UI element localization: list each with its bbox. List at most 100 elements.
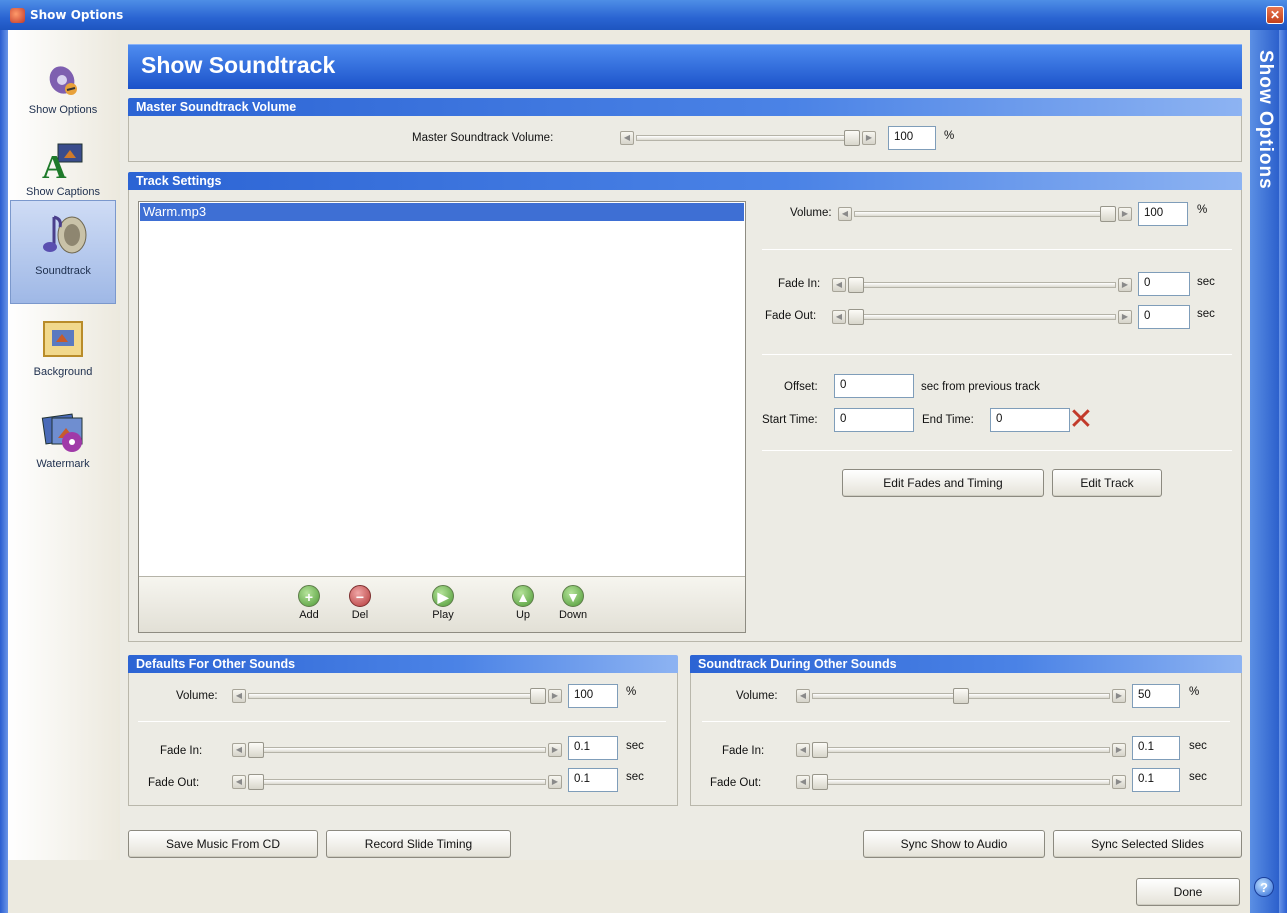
- slider-thumb[interactable]: [953, 688, 969, 704]
- during-fade-out-slider[interactable]: ◀ ▶: [796, 773, 1126, 791]
- delete-track-button[interactable]: − Del: [340, 585, 380, 621]
- slider-right-arrow-icon[interactable]: ▶: [1118, 207, 1132, 221]
- slider-thumb[interactable]: [812, 774, 828, 790]
- master-volume-slider[interactable]: ◀ ▶: [620, 129, 876, 147]
- slider-left-arrow-icon[interactable]: ◀: [838, 207, 852, 221]
- delete-icon: −: [349, 585, 371, 607]
- slider-thumb[interactable]: [248, 774, 264, 790]
- slider-right-arrow-icon[interactable]: ▶: [548, 689, 562, 703]
- slider-thumb[interactable]: [248, 742, 264, 758]
- slider-thumb[interactable]: [812, 742, 828, 758]
- slider-track[interactable]: [848, 314, 1116, 320]
- defaults-fade-out-slider[interactable]: ◀ ▶: [232, 773, 562, 791]
- sidebar: Show Options A Show Captions Soundtrack …: [8, 30, 120, 860]
- slider-left-arrow-icon[interactable]: ◀: [796, 689, 810, 703]
- defaults-fade-in-slider[interactable]: ◀ ▶: [232, 741, 562, 759]
- slider-left-arrow-icon[interactable]: ◀: [620, 131, 634, 145]
- start-time-field[interactable]: 0: [834, 408, 914, 432]
- record-timing-button[interactable]: Record Slide Timing: [326, 830, 511, 858]
- slider-track[interactable]: [812, 747, 1110, 753]
- slider-track[interactable]: [248, 747, 546, 753]
- edit-track-button[interactable]: Edit Track: [1052, 469, 1162, 497]
- offset-field[interactable]: 0: [834, 374, 914, 398]
- soundtrack-icon: [40, 209, 87, 261]
- edit-fades-timing-button[interactable]: Edit Fades and Timing: [842, 469, 1044, 497]
- sidebar-item-show-options[interactable]: Show Options: [10, 56, 116, 126]
- during-section-header: Soundtrack During Other Sounds: [690, 655, 1242, 673]
- slider-left-arrow-icon[interactable]: ◀: [232, 775, 246, 789]
- slider-right-arrow-icon[interactable]: ▶: [548, 775, 562, 789]
- slider-track[interactable]: [812, 779, 1110, 785]
- defaults-volume-slider[interactable]: ◀ ▶: [232, 687, 562, 705]
- sync-show-button[interactable]: Sync Show to Audio: [863, 830, 1045, 858]
- slider-left-arrow-icon[interactable]: ◀: [232, 689, 246, 703]
- add-track-button[interactable]: + Add: [289, 585, 329, 621]
- slider-track[interactable]: [848, 282, 1116, 288]
- sidebar-item-background[interactable]: Background: [10, 318, 116, 392]
- slider-track[interactable]: [248, 779, 546, 785]
- track-list-item[interactable]: Warm.mp3: [140, 203, 744, 221]
- play-icon: ▶: [432, 585, 454, 607]
- sidebar-item-soundtrack[interactable]: Soundtrack: [10, 200, 116, 304]
- slider-left-arrow-icon[interactable]: ◀: [832, 278, 846, 292]
- slider-right-arrow-icon[interactable]: ▶: [1118, 310, 1132, 324]
- done-button[interactable]: Done: [1136, 878, 1240, 906]
- slider-left-arrow-icon[interactable]: ◀: [232, 743, 246, 757]
- slider-left-arrow-icon[interactable]: ◀: [796, 775, 810, 789]
- during-fade-in-unit: sec: [1189, 740, 1207, 752]
- sidebar-item-watermark[interactable]: Watermark: [10, 410, 116, 484]
- slider-right-arrow-icon[interactable]: ▶: [1112, 689, 1126, 703]
- slider-thumb[interactable]: [848, 277, 864, 293]
- end-time-field[interactable]: 0: [990, 408, 1070, 432]
- slider-thumb[interactable]: [1100, 206, 1116, 222]
- slider-thumb[interactable]: [530, 688, 546, 704]
- track-fade-out-slider[interactable]: ◀ ▶: [832, 308, 1132, 326]
- master-volume-unit: %: [944, 130, 955, 142]
- defaults-fade-in-label: Fade In:: [160, 745, 203, 757]
- sync-selected-button[interactable]: Sync Selected Slides: [1053, 830, 1242, 858]
- slider-thumb[interactable]: [844, 130, 860, 146]
- slider-thumb[interactable]: [848, 309, 864, 325]
- play-track-button[interactable]: ▶ Play: [423, 585, 463, 621]
- save-music-button[interactable]: Save Music From CD: [128, 830, 318, 858]
- arrow-down-icon: ▼: [562, 585, 584, 607]
- during-volume-unit: %: [1189, 686, 1200, 698]
- track-fade-in-slider[interactable]: ◀ ▶: [832, 276, 1132, 294]
- during-fade-in-field[interactable]: 0.1: [1132, 736, 1180, 760]
- track-volume-field[interactable]: 100: [1138, 202, 1188, 226]
- slider-right-arrow-icon[interactable]: ▶: [1112, 775, 1126, 789]
- slider-right-arrow-icon[interactable]: ▶: [862, 131, 876, 145]
- track-volume-slider[interactable]: ◀ ▶: [838, 205, 1132, 223]
- end-time-label: End Time:: [922, 414, 974, 426]
- slider-left-arrow-icon[interactable]: ◀: [796, 743, 810, 757]
- defaults-fade-in-field[interactable]: 0.1: [568, 736, 618, 760]
- del-label: Del: [351, 609, 369, 621]
- during-volume-field[interactable]: 50: [1132, 684, 1180, 708]
- master-volume-section-header: Master Soundtrack Volume: [128, 98, 1242, 116]
- move-down-button[interactable]: ▼ Down: [553, 585, 593, 621]
- defaults-volume-field[interactable]: 100: [568, 684, 618, 708]
- during-fade-out-field[interactable]: 0.1: [1132, 768, 1180, 792]
- sidebar-item-show-captions[interactable]: A Show Captions: [10, 138, 116, 208]
- clear-times-icon[interactable]: ✕: [1068, 405, 1094, 435]
- down-label: Down: [558, 609, 588, 621]
- during-volume-slider[interactable]: ◀ ▶: [796, 687, 1126, 705]
- track-list[interactable]: Warm.mp3 + Add − Del ▶ Play ▲ Up ▼ Down: [138, 201, 746, 633]
- slider-left-arrow-icon[interactable]: ◀: [832, 310, 846, 324]
- divider: [762, 450, 1232, 451]
- slider-track[interactable]: [854, 211, 1116, 217]
- sidebar-item-label: Show Captions: [26, 186, 100, 198]
- move-up-button[interactable]: ▲ Up: [503, 585, 543, 621]
- during-fade-in-slider[interactable]: ◀ ▶: [796, 741, 1126, 759]
- slider-right-arrow-icon[interactable]: ▶: [1118, 278, 1132, 292]
- track-fade-out-field[interactable]: 0: [1138, 305, 1190, 329]
- track-fade-in-field[interactable]: 0: [1138, 272, 1190, 296]
- slider-track[interactable]: [636, 135, 860, 141]
- slider-right-arrow-icon[interactable]: ▶: [1112, 743, 1126, 757]
- close-icon[interactable]: ✕: [1266, 6, 1284, 24]
- master-volume-field[interactable]: 100: [888, 126, 936, 150]
- slider-track[interactable]: [248, 693, 546, 699]
- slider-right-arrow-icon[interactable]: ▶: [548, 743, 562, 757]
- defaults-fade-out-field[interactable]: 0.1: [568, 768, 618, 792]
- help-icon[interactable]: ?: [1254, 877, 1274, 897]
